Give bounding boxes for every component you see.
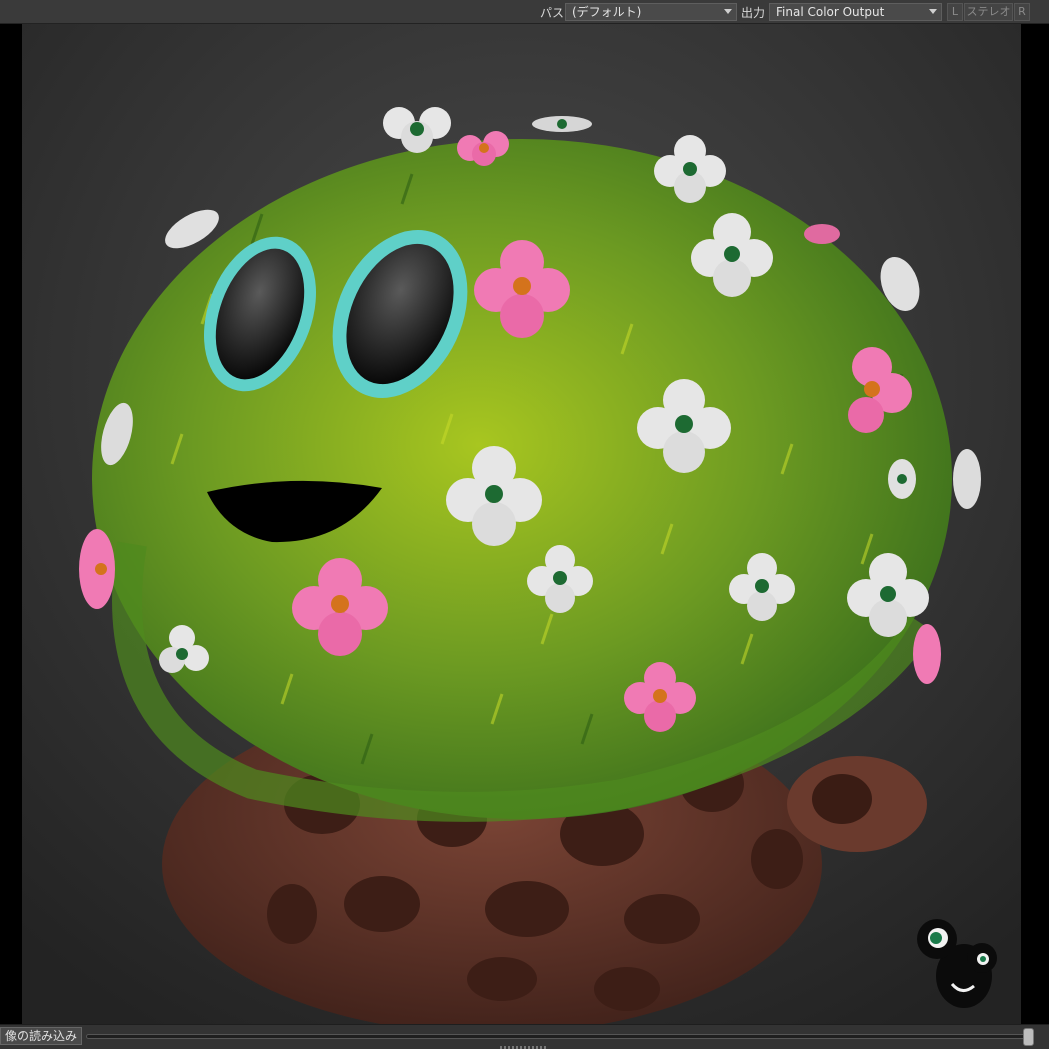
render-viewport <box>0 24 1049 1024</box>
load-image-button[interactable]: 像の読み込み <box>0 1027 83 1045</box>
stereo-left-button[interactable]: L <box>947 3 963 21</box>
timeline-slider[interactable] <box>86 1034 1034 1039</box>
output-select-value: Final Color Output <box>776 5 885 19</box>
stereo-button[interactable]: ステレオ <box>964 3 1013 21</box>
stereo-right-button[interactable]: R <box>1014 3 1030 21</box>
pass-select-value: (デフォルト) <box>572 5 642 19</box>
render-toolbar: パス (デフォルト) 出力 Final Color Output L ステレオ … <box>0 0 1049 24</box>
output-label: 出力 <box>741 6 766 20</box>
pass-label: パス <box>540 6 565 20</box>
pass-select[interactable]: (デフォルト) <box>565 3 737 21</box>
chevron-down-icon <box>724 9 732 14</box>
chevron-down-icon <box>929 9 937 14</box>
slider-thumb[interactable] <box>1023 1028 1034 1046</box>
rendered-image <box>22 24 1021 1024</box>
bottom-bar: 像の読み込み <box>0 1024 1049 1049</box>
output-select[interactable]: Final Color Output <box>769 3 942 21</box>
